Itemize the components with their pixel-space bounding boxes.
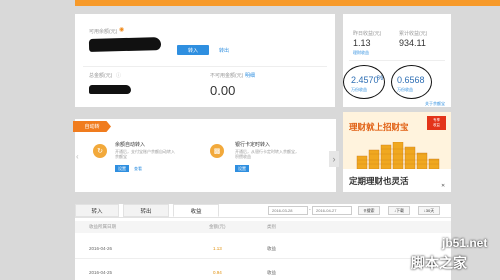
row-date: 2016-04-26 xyxy=(89,246,113,251)
row-amount: 0.94 xyxy=(213,270,222,275)
rate-label[interactable]: 万份收益 xyxy=(351,87,367,93)
chevron-left-icon[interactable]: ‹ xyxy=(76,152,82,164)
redacted-total xyxy=(89,85,131,94)
feature-title: 余额自动转入 xyxy=(115,142,146,148)
row-amount: 1.13 xyxy=(213,246,222,251)
auto-transfer-icon: ↻ xyxy=(93,144,107,158)
promo-badge: 专享 收益 xyxy=(427,116,446,130)
date-to-input[interactable]: 2016-04-27 xyxy=(312,206,352,215)
transactions-panel: 转入 转出 收益 2016-03-28 - 2016-04-27 ⚲ 搜索 ↓ 下载… xyxy=(75,204,451,280)
yield-card: 昨日收益(元) 1.13 理财收益 累计收益(元) 934.11 2.4570 … xyxy=(343,14,451,107)
close-icon[interactable]: ✕ xyxy=(441,183,445,189)
divider xyxy=(75,258,451,259)
chevron-right-icon[interactable]: › xyxy=(329,151,339,167)
eye-icon[interactable]: ◉ xyxy=(119,26,124,33)
total-income-label: 累计收益(元) xyxy=(399,31,428,37)
divider xyxy=(349,60,445,61)
top-banner xyxy=(75,0,500,6)
feature-title: 银行卡定时转入 xyxy=(235,142,271,148)
transfer-out-link[interactable]: 转出 xyxy=(219,47,229,54)
search-button[interactable]: ⚲ 搜索 xyxy=(358,206,380,215)
total-amount-label: 总金额(元) xyxy=(89,73,113,79)
more-link[interactable]: 关于余额宝 xyxy=(425,101,445,107)
feature-desc: 开通后，支付宝账户余额自动转入余额宝 xyxy=(115,149,175,159)
feature-setup-button[interactable]: 设置 xyxy=(235,165,249,172)
column-header: 金额(元) xyxy=(209,224,226,229)
yesterday-yield-value: 1.13 xyxy=(353,38,371,48)
watermark-text: jb51.net xyxy=(442,236,488,250)
bank-card-icon: ▩ xyxy=(210,144,224,158)
available-balance-label: 可用余额(元) xyxy=(89,29,118,35)
days-label: 30天 xyxy=(425,207,435,213)
promo-card[interactable]: 理财就上招财宝 专享 收益 定期理财也灵活 ✕ xyxy=(343,112,451,192)
watermark-text: 脚本之家 xyxy=(411,255,467,271)
info-icon[interactable]: ⓘ xyxy=(116,72,121,79)
feature-desc: 开通后，从银行卡定时转入余额宝，积攒收益 xyxy=(235,149,299,159)
auto-transfer-tag: 自动转 xyxy=(73,121,111,132)
days-30-button[interactable]: ↓ 30天 xyxy=(418,206,440,215)
search-label: 搜索 xyxy=(366,207,375,213)
row-type: 收益 xyxy=(267,270,276,275)
table-row: 2016-04-25 0.94 收益 xyxy=(75,266,451,280)
account-card: 可用余额(元) ◉ 转入 转出 总金额(元) ⓘ 不可用金额(元) 明细 0.0… xyxy=(75,14,335,107)
auto-transfer-card: 自动转 ‹ ↻ 余额自动转入 开通后，支付宝账户余额自动转入余额宝 设置 查看 … xyxy=(73,119,336,192)
table-row: 2016-04-26 1.13 收益 xyxy=(75,242,451,256)
feature-view-link[interactable]: 查看 xyxy=(134,166,142,172)
promo-title: 理财就上招财宝 xyxy=(349,122,409,132)
divider xyxy=(83,66,327,67)
total-income-value: 934.11 xyxy=(399,38,426,48)
date-from-input[interactable]: 2016-03-28 xyxy=(268,206,308,215)
yesterday-yield-label: 昨日收益(元) xyxy=(353,31,382,37)
promo-subtitle: 定期理财也灵活 xyxy=(349,176,409,186)
column-header: 收益所属日期 xyxy=(89,224,116,229)
date-separator: - xyxy=(309,207,311,213)
row-type: 收益 xyxy=(267,246,276,251)
divider xyxy=(75,217,451,218)
unavailable-amount: 0.00 xyxy=(210,83,236,98)
yesterday-yield-link[interactable]: 理财收益 xyxy=(353,50,369,56)
row-date: 2016-04-25 xyxy=(89,270,113,275)
rate-value-2: 0.6568 xyxy=(397,75,425,85)
feature-setup-button[interactable]: 设置 xyxy=(115,165,129,172)
unavailable-amount-label: 不可用金额(元) xyxy=(210,73,244,79)
rate-label-2[interactable]: 万份收益 xyxy=(397,87,413,93)
coin-stacks-icon xyxy=(356,142,440,169)
tab-transfer-in[interactable]: 转入 xyxy=(75,204,119,217)
redacted-balance xyxy=(88,37,162,52)
tab-income[interactable]: 收益 xyxy=(173,204,219,217)
column-header: 类别 xyxy=(267,224,276,229)
download-button[interactable]: ↓ 下载 xyxy=(388,206,410,215)
tab-transfer-out[interactable]: 转出 xyxy=(123,204,169,217)
table-header xyxy=(75,221,451,233)
rate-value: 2.4570 xyxy=(351,75,379,85)
badge-line: 收益 xyxy=(433,122,440,127)
download-label: 下载 xyxy=(396,207,404,213)
detail-link[interactable]: 明细 xyxy=(245,72,255,79)
transfer-in-button[interactable]: 转入 xyxy=(177,45,209,55)
rate-suffix: % xyxy=(377,75,384,82)
